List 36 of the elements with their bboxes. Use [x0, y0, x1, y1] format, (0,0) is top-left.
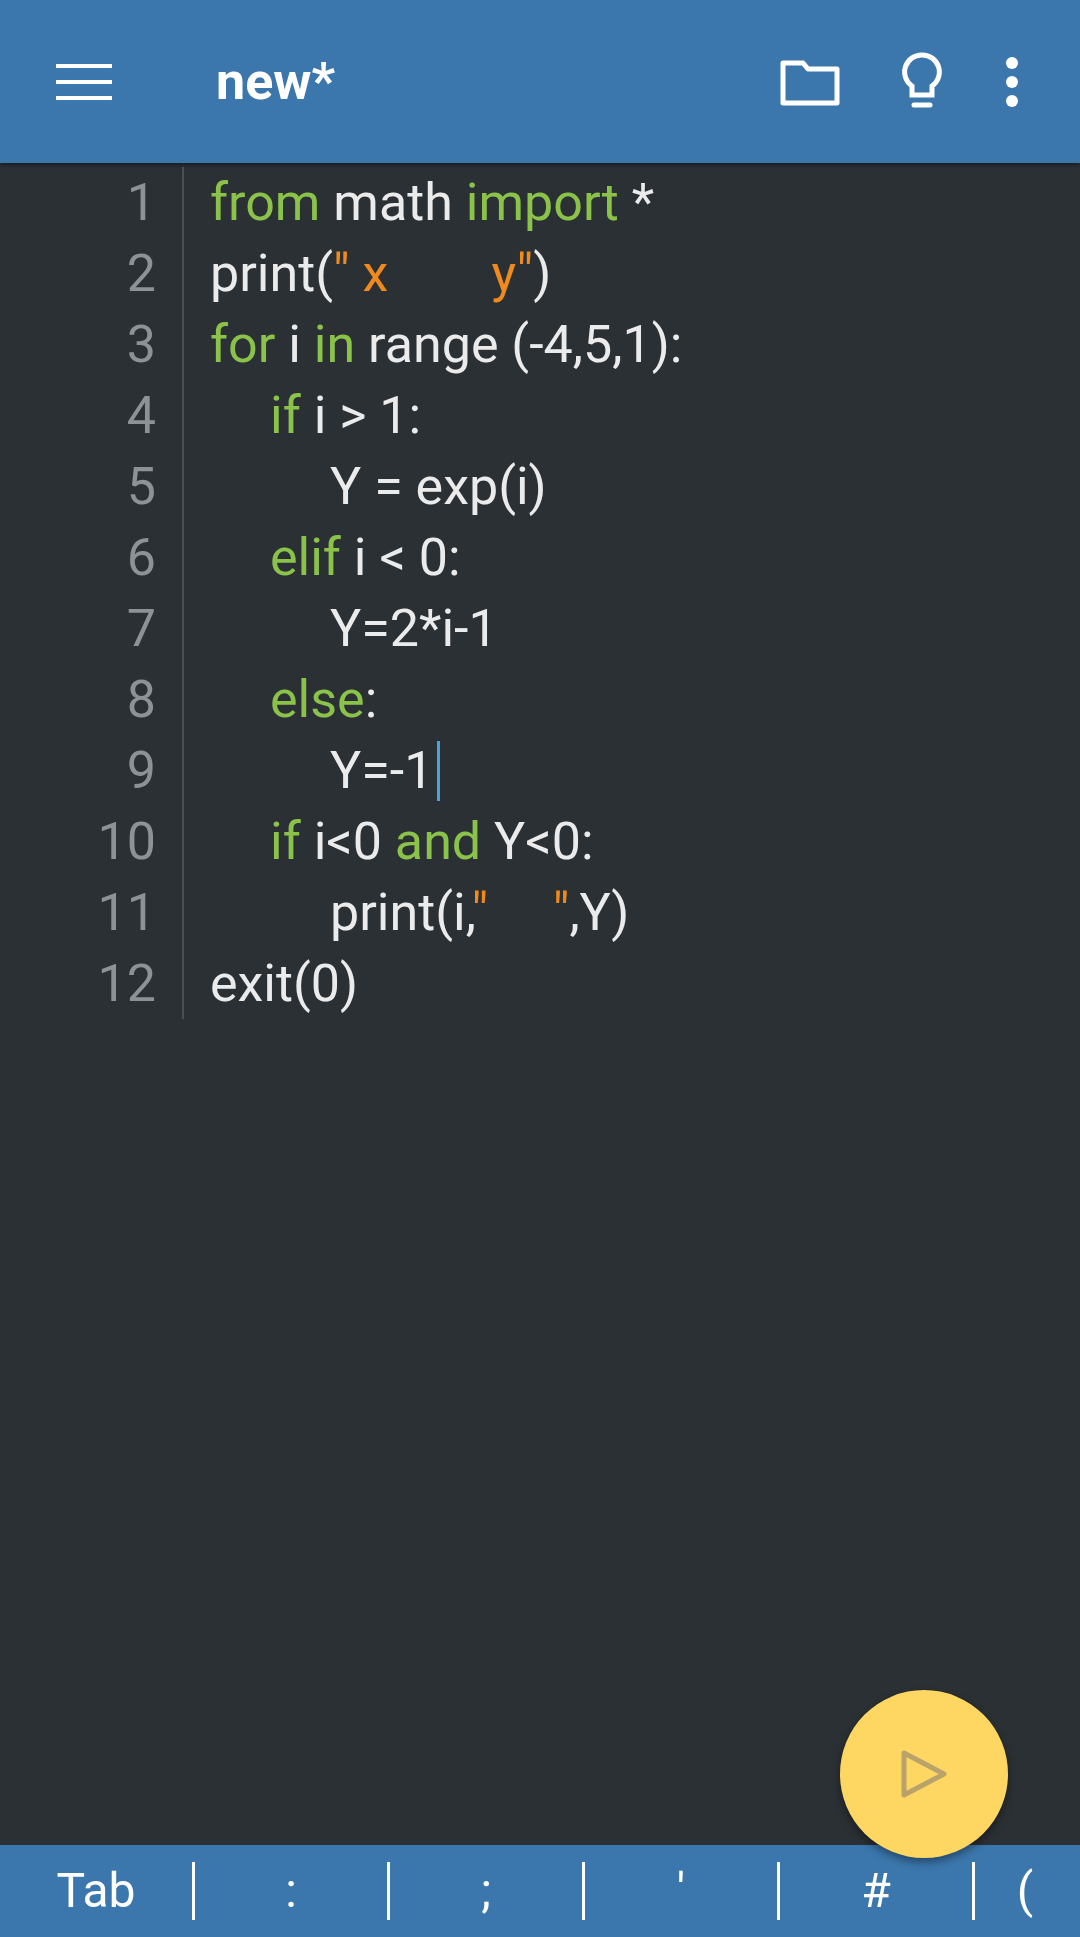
line-number: 4: [125, 384, 157, 448]
play-icon: [900, 1749, 948, 1799]
file-title: new*: [216, 51, 337, 112]
line-number: 3: [125, 313, 157, 377]
line-number: 7: [125, 597, 157, 661]
shortcut-key[interactable]: #: [857, 1862, 895, 1920]
code-line: Y=2*i-1: [330, 598, 499, 659]
code-line: print(i," ",Y): [330, 882, 631, 943]
line-number: 12: [96, 952, 157, 1016]
line-number: 11: [96, 881, 157, 945]
line-number: 2: [125, 242, 157, 306]
shortcut-key[interactable]: :: [281, 1862, 301, 1920]
code-line: elif i < 0:: [270, 527, 462, 588]
shortcut-key[interactable]: (: [1012, 1862, 1038, 1920]
more-icon: [1004, 55, 1020, 108]
line-number: 8: [125, 668, 157, 732]
line-number: 9: [125, 739, 157, 803]
line-number: 10: [96, 810, 157, 874]
menu-button[interactable]: [56, 63, 112, 100]
more-button[interactable]: [1004, 55, 1020, 108]
code-line: else:: [270, 669, 379, 730]
code-line: Y=-1: [330, 740, 441, 801]
menu-icon: [56, 63, 112, 100]
code-line: for i in range (-4,5,1):: [210, 314, 684, 375]
line-number: 6: [125, 526, 157, 590]
code-line: if i<0 and Y<0:: [270, 811, 595, 872]
code-line: exit(0): [210, 953, 360, 1014]
code-line: Y = exp(i): [330, 456, 548, 517]
line-number: 1: [125, 171, 157, 235]
shortcut-key[interactable]: Tab: [52, 1862, 140, 1920]
shortcut-key[interactable]: ': [672, 1862, 690, 1920]
code-line: print(" x y"): [210, 243, 553, 304]
line-number: 5: [125, 455, 157, 519]
code-line: if i > 1:: [270, 385, 423, 446]
code-line: from math import *: [210, 172, 656, 233]
shortcut-key[interactable]: ;: [476, 1862, 496, 1920]
